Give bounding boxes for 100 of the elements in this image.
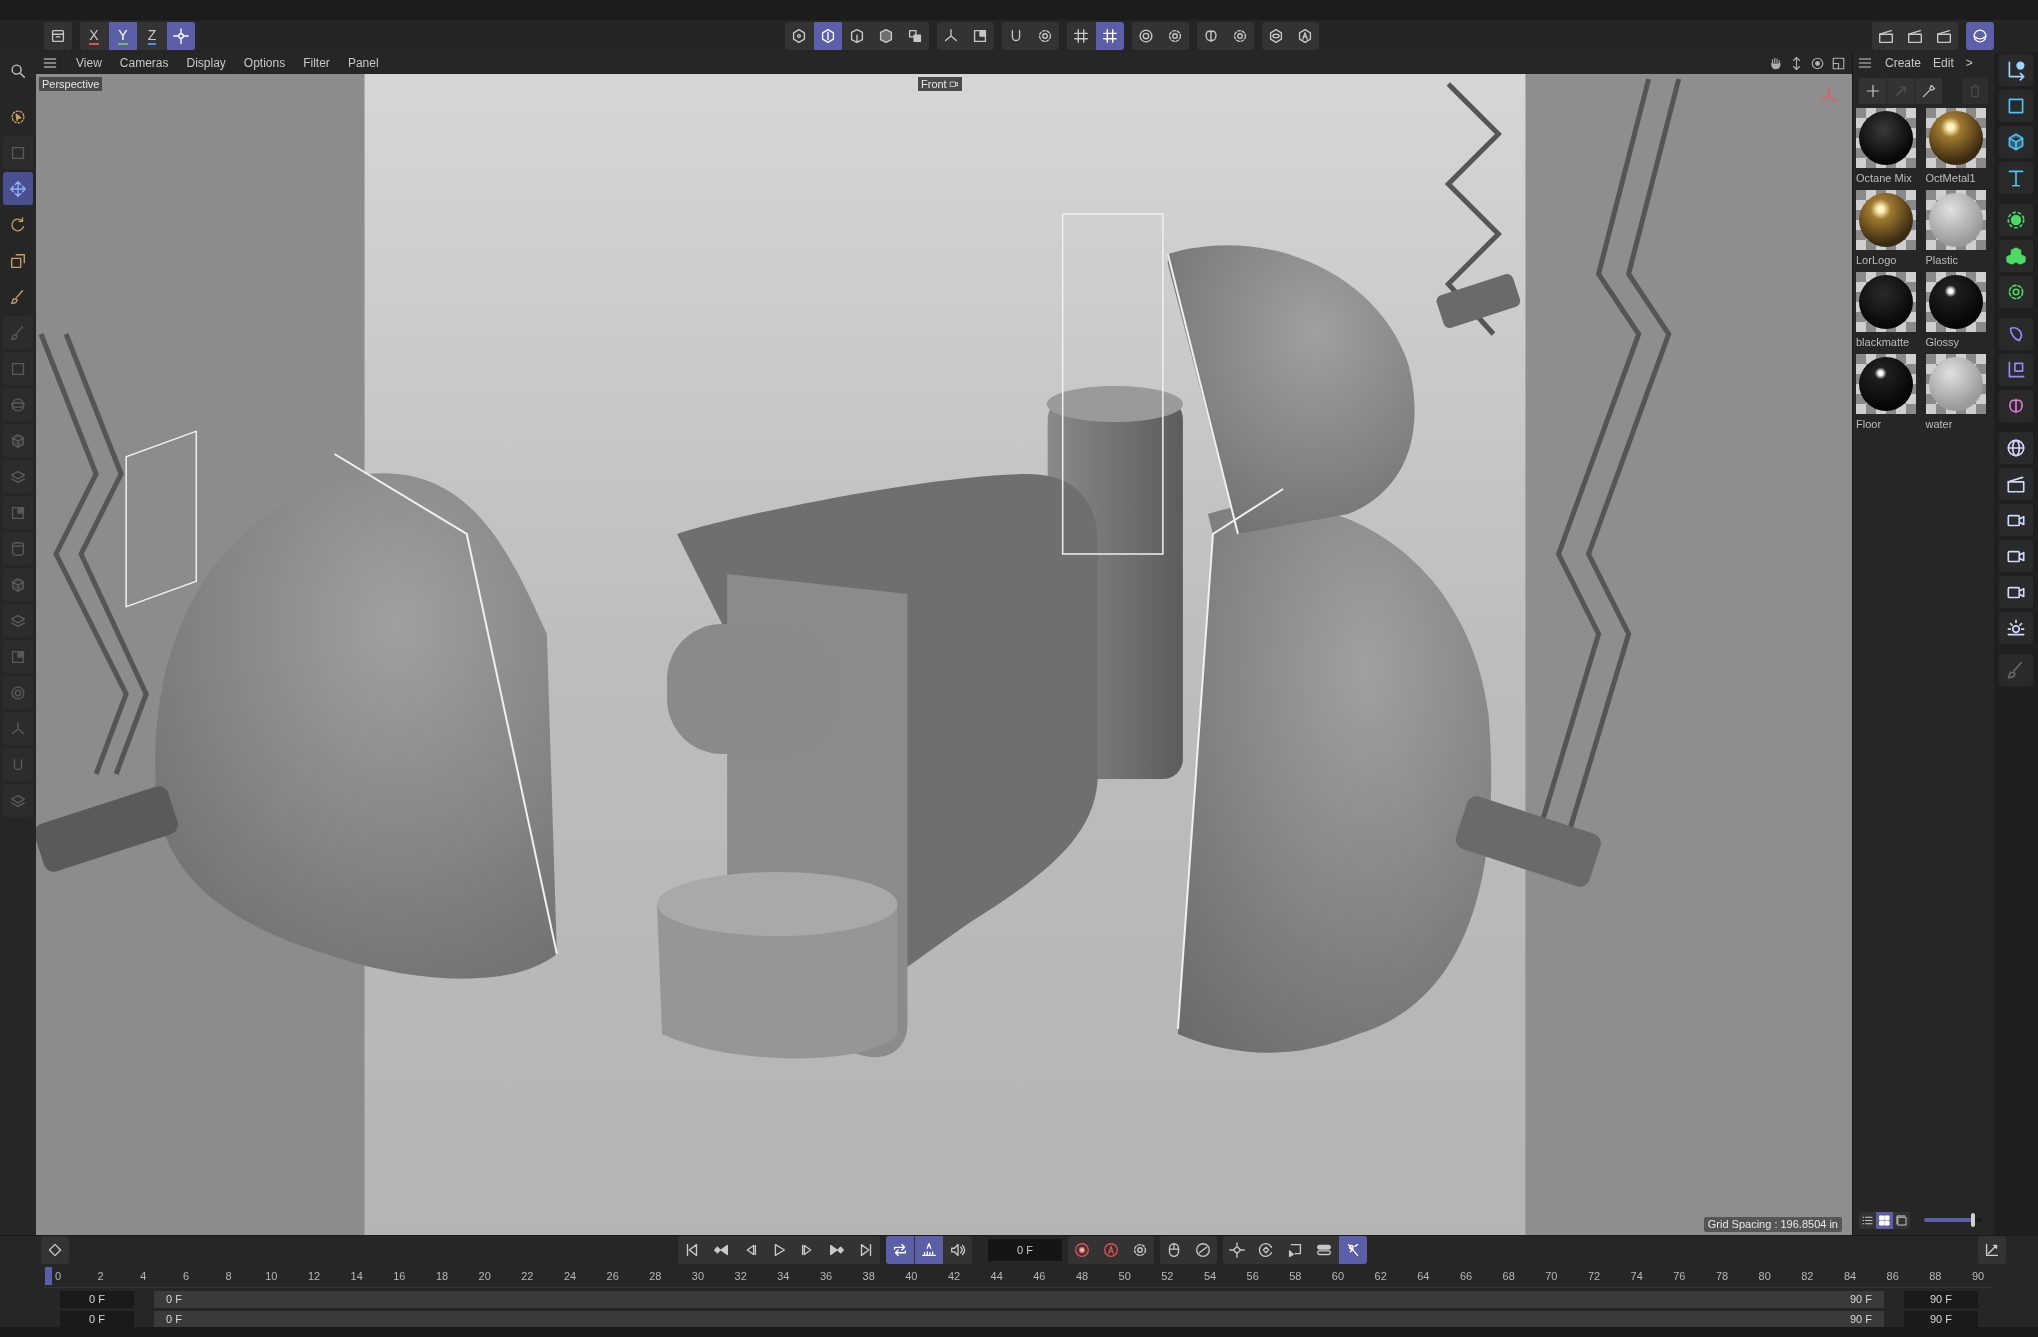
- material-thumbnail[interactable]: [1925, 272, 1986, 332]
- tick-label: 66: [1459, 1269, 1473, 1284]
- range-start-label: 0 F: [166, 1292, 182, 1308]
- tick-label: 72: [1587, 1269, 1601, 1284]
- tick-label: 14: [350, 1269, 363, 1284]
- camera-label: Perspective: [39, 77, 103, 91]
- point-level-button[interactable]: [1339, 1236, 1367, 1264]
- menu-item[interactable]: Create: [1885, 54, 1922, 72]
- camera-button[interactable]: [1999, 504, 2033, 536]
- cylinder-icon: [9, 539, 27, 558]
- animation-mode-button[interactable]: [915, 1236, 943, 1264]
- range-end-field[interactable]: 90 F: [1904, 1291, 1978, 1308]
- record-icon: [1073, 1241, 1091, 1259]
- tick-label: 36: [819, 1269, 833, 1284]
- square-button[interactable]: [1999, 90, 2033, 122]
- target-icon: [1137, 27, 1155, 45]
- range-start-label: 0 F: [166, 1312, 182, 1328]
- gear-icon: [1231, 27, 1249, 45]
- gear-icon: [1166, 27, 1184, 45]
- material-thumbnail[interactable]: [1856, 272, 1916, 332]
- f-curve-button[interactable]: [1978, 1236, 2006, 1264]
- material-thumbnail[interactable]: [1925, 354, 1986, 414]
- plus-icon: [1864, 83, 1881, 99]
- sun-button[interactable]: [1999, 612, 2033, 644]
- menu-item[interactable]: Edit: [1933, 54, 1954, 72]
- tick-label: 6: [182, 1269, 190, 1284]
- range-start-field[interactable]: 0 F: [60, 1291, 134, 1308]
- menu-item[interactable]: >: [1965, 54, 1973, 72]
- keyframe-button[interactable]: [41, 1236, 69, 1264]
- material-thumbnail[interactable]: [1856, 108, 1916, 168]
- material-thumbnail[interactable]: [1856, 354, 1916, 414]
- tick-label: 56: [1246, 1269, 1259, 1284]
- tick-label: 76: [1673, 1269, 1686, 1284]
- brush-button[interactable]: [1999, 654, 2033, 686]
- tick-label: 62: [1374, 1269, 1387, 1284]
- menu-item[interactable]: Options: [243, 54, 286, 72]
- camera-button[interactable]: [1999, 576, 2033, 608]
- globe-button[interactable]: [1999, 432, 2033, 464]
- material-name: OctMetal1: [1925, 171, 1977, 186]
- menu-item[interactable]: Display: [186, 54, 226, 72]
- archive-icon: [49, 27, 67, 45]
- dotted-circle-button[interactable]: [1999, 204, 2033, 236]
- scale-icon: [9, 251, 27, 270]
- current-frame-field[interactable]: 0 F: [988, 1239, 1062, 1261]
- camera-icon: [948, 79, 959, 89]
- tick-label: 42: [947, 1269, 961, 1284]
- tick-label: 24: [563, 1269, 577, 1284]
- spline-corner-button[interactable]: [1999, 54, 2033, 86]
- camera-button[interactable]: [1999, 540, 2033, 572]
- tick-label: 46: [1033, 1269, 1046, 1284]
- tick-label: 18: [435, 1269, 449, 1284]
- auto-key-icon: [1102, 1241, 1120, 1259]
- panel-layout-button[interactable]: [1831, 55, 1846, 71]
- menu-item[interactable]: Cameras: [119, 54, 169, 72]
- slider-thumb[interactable]: [1971, 1213, 1976, 1227]
- loop-icon: [891, 1241, 909, 1259]
- grid-button[interactable]: [1096, 22, 1124, 50]
- cube-button[interactable]: [1999, 126, 2033, 158]
- material-thumbnail[interactable]: [1925, 108, 1986, 168]
- edge-mode-button[interactable]: [814, 22, 842, 50]
- material-name: Octane Mix: [1856, 171, 1913, 186]
- hand-icon: [1768, 55, 1783, 71]
- hand-button[interactable]: [1768, 55, 1783, 71]
- tick-label: 0: [54, 1269, 62, 1284]
- menu-item[interactable]: Filter: [303, 54, 330, 72]
- octane-button[interactable]: [1966, 22, 1994, 50]
- menu-item[interactable]: Panel: [347, 54, 379, 72]
- material-name: water: [1925, 417, 1954, 432]
- menu-item[interactable]: View: [76, 54, 102, 72]
- cube-icon: [9, 575, 27, 594]
- orbit-button[interactable]: [1810, 55, 1825, 71]
- range-end-label: 90 F: [1850, 1292, 1872, 1308]
- text-button[interactable]: [1999, 162, 2033, 194]
- plus-button[interactable]: [1859, 78, 1886, 104]
- tick-label: 82: [1801, 1269, 1814, 1284]
- menu-button[interactable]: [42, 55, 58, 71]
- cubes-icon: [906, 27, 924, 45]
- stacked-cubes-button[interactable]: [1999, 240, 2033, 272]
- move-button[interactable]: [3, 172, 33, 205]
- eyedropper-button[interactable]: [1915, 78, 1942, 104]
- clapperboard-icon: [1935, 27, 1953, 45]
- size-slider[interactable]: [1924, 1213, 1982, 1227]
- tick-label: 86: [1886, 1269, 1899, 1284]
- range-bar[interactable]: 0 F 90 F: [154, 1291, 1884, 1308]
- axis-lock-button[interactable]: Z: [138, 22, 166, 50]
- gear-icon: [1131, 1241, 1149, 1259]
- material-thumbnail[interactable]: [1856, 190, 1916, 250]
- material-thumbnail[interactable]: [1925, 190, 1986, 250]
- gear-button[interactable]: [1999, 276, 2033, 308]
- axes-cube-button[interactable]: [1999, 354, 2033, 386]
- axis-lock-button[interactable]: X: [80, 22, 108, 50]
- loop-button[interactable]: [886, 1236, 914, 1264]
- timeline-ruler[interactable]: 0 2 4 6 8 10 12 14 16 18 20 22 24 26 28 30 32 34 36 38 40 42 44 46 48 50 52 54 56 58 60 62 64 66 68 70 72 74 76 78 80 82 84 86 88 90: [44, 1264, 1992, 1288]
- motion-icon: [1194, 1241, 1212, 1259]
- material-name: blackmatte: [1856, 335, 1911, 350]
- axis-lock-button[interactable]: Y: [109, 22, 137, 50]
- tiles-button[interactable]: [1876, 1211, 1893, 1229]
- view-label[interactable]: Front: [918, 77, 962, 91]
- clapperboard-button[interactable]: [1999, 468, 2033, 500]
- menu-button[interactable]: [1857, 55, 1873, 71]
